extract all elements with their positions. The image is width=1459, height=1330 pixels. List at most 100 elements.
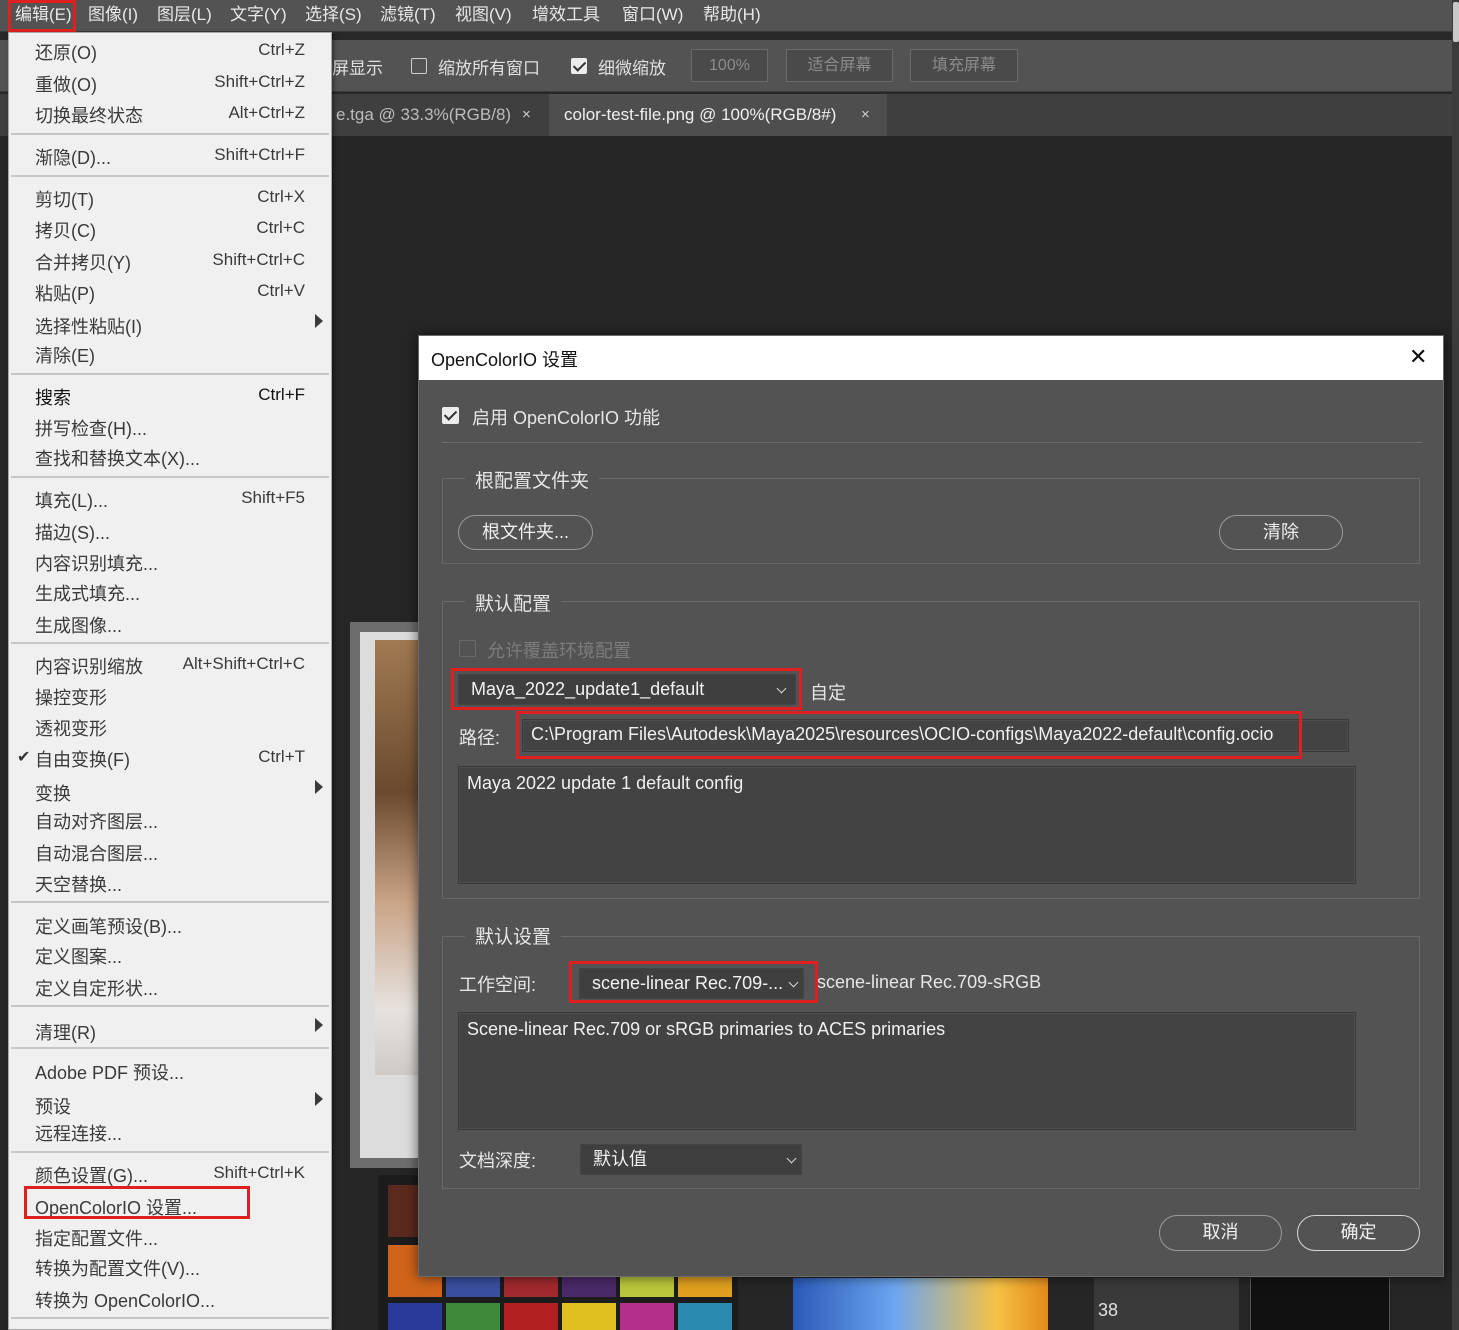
menu-item-auto-blend-layers[interactable]: 自动混合图层...	[35, 840, 158, 866]
menu-item-assign-profile[interactable]: 指定配置文件...	[35, 1225, 158, 1251]
path-field[interactable]: C:\Program Files\Autodesk\Maya2025\resou…	[522, 719, 1349, 752]
shortcut-label: Alt+Ctrl+Z	[228, 103, 305, 122]
menu-window[interactable]: 窗口(W)	[622, 0, 683, 30]
menu-item-content-aware-fill[interactable]: 内容识别填充...	[35, 550, 158, 576]
menu-item-content-aware-scale[interactable]: 内容识别缩放	[35, 653, 143, 679]
menu-edit[interactable]: 编辑(E)	[15, 0, 72, 30]
edit-menu-dropdown: 还原(O) Ctrl+Z 重做(O) Shift+Ctrl+Z 切换最终状态 A…	[8, 32, 332, 1330]
menu-image[interactable]: 图像(I)	[88, 0, 138, 30]
menu-item-sky-replacement[interactable]: 天空替换...	[35, 871, 122, 897]
vertical-scrollbar[interactable]	[1452, 0, 1459, 1330]
menu-separator	[11, 901, 329, 903]
dialog-title: OpenColorIO 设置	[431, 350, 579, 370]
doc-depth-select[interactable]: 默认值	[580, 1144, 802, 1175]
menu-item-fill[interactable]: 填充(L)...	[35, 487, 108, 513]
tab-label: color-test-file.png @ 100%(RGB/8#)	[564, 105, 837, 124]
menu-separator	[11, 642, 329, 644]
shortcut-label: Ctrl+X	[257, 187, 305, 206]
path-value: C:\Program Files\Autodesk\Maya2025\resou…	[531, 724, 1274, 744]
cancel-button[interactable]: 取消	[1159, 1215, 1282, 1251]
menu-select[interactable]: 选择(S)	[305, 0, 362, 30]
menu-item-search[interactable]: 搜索	[35, 384, 71, 410]
menu-item-purge[interactable]: 清理(R)	[35, 1019, 96, 1045]
close-icon[interactable]: ×	[861, 106, 870, 123]
menu-item-auto-align-layers[interactable]: 自动对齐图层...	[35, 808, 158, 834]
fill-screen-button[interactable]: 填充屏幕	[910, 49, 1018, 82]
tab-label: e.tga @ 33.3%(RGB/8)	[336, 105, 512, 124]
zoom-all-windows-label: 缩放所有窗口	[438, 59, 540, 78]
divider	[442, 442, 1422, 443]
fit-screen-button[interactable]: 适合屏幕	[786, 49, 893, 82]
menu-view[interactable]: 视图(V)	[455, 0, 512, 30]
close-icon[interactable]: ✕	[1409, 344, 1427, 370]
menu-item-remote-connections[interactable]: 远程连接...	[35, 1120, 122, 1146]
menu-help[interactable]: 帮助(H)	[703, 0, 761, 30]
shortcut-label: Shift+Ctrl+K	[213, 1163, 305, 1182]
shortcut-label: Shift+F5	[241, 488, 305, 507]
menu-item-generate-image[interactable]: 生成图像...	[35, 612, 122, 638]
menu-item-copy[interactable]: 拷贝(C)	[35, 217, 96, 243]
zoom-value-button[interactable]: 100%	[691, 49, 768, 82]
menu-item-free-transform[interactable]: 自由变换(F)	[35, 746, 130, 772]
config-description-box: Maya 2022 update 1 default config	[458, 766, 1356, 884]
working-space-full-name: scene-linear Rec.709-sRGB	[817, 972, 1042, 992]
menu-item-spell-check[interactable]: 拼写检查(H)...	[35, 415, 147, 441]
menu-item-color-settings[interactable]: 颜色设置(G)...	[35, 1162, 148, 1188]
shortcut-label: Alt+Shift+Ctrl+C	[182, 654, 305, 673]
menu-type[interactable]: 文字(Y)	[230, 0, 287, 30]
menu-item-paste[interactable]: 粘贴(P)	[35, 280, 95, 306]
working-space-label: 工作空间:	[459, 975, 537, 995]
menu-item-find-replace[interactable]: 查找和替换文本(X)...	[35, 445, 200, 471]
menu-item-toggle-last-state[interactable]: 切换最终状态	[35, 102, 143, 128]
scrollbar-thumb[interactable]	[1453, 2, 1459, 42]
menu-item-copy-merged[interactable]: 合并拷贝(Y)	[35, 249, 131, 275]
menu-item-define-brush[interactable]: 定义画笔预设(B)...	[35, 913, 182, 939]
menu-item-cut[interactable]: 剪切(T)	[35, 186, 94, 212]
clear-button[interactable]: 清除	[1219, 515, 1343, 550]
menu-separator	[11, 1005, 329, 1007]
menu-item-define-pattern[interactable]: 定义图案...	[35, 943, 122, 969]
close-icon[interactable]: ×	[522, 106, 531, 123]
menu-item-paste-special[interactable]: 选择性粘贴(I)	[35, 313, 142, 339]
zoom-all-windows-checkbox[interactable]	[411, 58, 427, 74]
menubar: 编辑(E) 图像(I) 图层(L) 文字(Y) 选择(S) 滤镜(T) 视图(V…	[0, 0, 1452, 32]
menu-item-transform[interactable]: 变换	[35, 780, 71, 806]
root-folder-button[interactable]: 根文件夹...	[458, 515, 593, 550]
working-space-select[interactable]: scene-linear Rec.709-...	[579, 968, 804, 999]
menu-layer[interactable]: 图层(L)	[157, 0, 212, 30]
menu-item-stroke[interactable]: 描边(S)...	[35, 519, 110, 545]
menu-item-fade[interactable]: 渐隐(D)...	[35, 144, 111, 170]
menu-separator	[11, 175, 329, 177]
allow-override-checkbox[interactable]	[459, 640, 476, 657]
config-select[interactable]: Maya_2022_update1_default	[458, 674, 796, 705]
menu-item-adobe-pdf-presets[interactable]: Adobe PDF 预设...	[35, 1059, 184, 1085]
menu-item-convert-to-profile[interactable]: 转换为配置文件(V)...	[35, 1255, 200, 1281]
checkmark-icon: ✔	[17, 749, 31, 766]
menu-item-perspective-warp[interactable]: 透视变形	[35, 715, 107, 741]
menu-item-opencolorio-settings[interactable]: OpenColorIO 设置...	[35, 1194, 197, 1220]
tab-color-test-file[interactable]: color-test-file.png @ 100%(RGB/8#)	[549, 94, 887, 136]
enable-ocio-checkbox[interactable]	[442, 407, 459, 424]
menu-filter[interactable]: 滤镜(T)	[380, 0, 436, 30]
menu-item-undo[interactable]: 还原(O)	[35, 39, 97, 65]
menu-separator	[11, 133, 329, 135]
shortcut-label: Shift+Ctrl+Z	[214, 72, 305, 91]
screen-show-label: 屏显示	[332, 59, 383, 78]
menu-item-convert-to-opencolorio[interactable]: 转换为 OpenColorIO...	[35, 1287, 215, 1313]
menu-separator	[11, 1151, 329, 1153]
menu-item-clear[interactable]: 清除(E)	[35, 342, 95, 368]
tab-tga-file[interactable]: e.tga @ 33.3%(RGB/8)	[330, 94, 548, 136]
menu-plugins[interactable]: 增效工具	[532, 0, 600, 30]
ruler-number: 38	[1098, 1300, 1119, 1320]
menu-item-presets[interactable]: 预设	[35, 1093, 71, 1119]
menu-separator	[11, 373, 329, 375]
menu-item-redo[interactable]: 重做(O)	[35, 71, 97, 97]
shortcut-label: Ctrl+V	[257, 281, 305, 300]
menu-item-define-custom-shape[interactable]: 定义自定形状...	[35, 975, 158, 1001]
ok-button[interactable]: 确定	[1297, 1215, 1420, 1251]
menu-item-puppet-warp[interactable]: 操控变形	[35, 684, 107, 710]
scrubby-zoom-checkbox[interactable]	[571, 58, 587, 74]
shortcut-label: Ctrl+Z	[258, 40, 305, 59]
doc-depth-select-value: 默认值	[593, 1149, 647, 1169]
menu-item-generative-fill[interactable]: 生成式填充...	[35, 580, 140, 606]
